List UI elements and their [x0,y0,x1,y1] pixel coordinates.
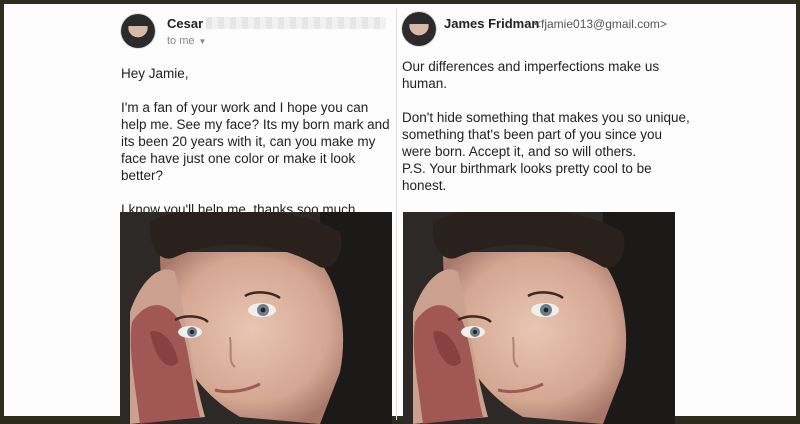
sender-avatar[interactable] [121,14,155,48]
sender-name[interactable]: Cesar [167,16,203,31]
attached-photo[interactable] [120,212,392,424]
attached-photo[interactable] [403,212,675,424]
body-paragraph: Don't hide something that makes you so u… [402,110,690,159]
reply-email: James Fridman <fjamie013@gmail.com> Our … [397,8,697,424]
original-email: Cesar to me ▼ Hey Jamie, I'm a fan of you… [112,8,397,424]
email-header: James Fridman <fjamie013@gmail.com> [397,8,697,56]
email-header: Cesar to me ▼ [112,8,397,56]
recipient-label: to me [167,35,195,47]
greeting: Hey Jamie, [121,66,189,81]
sender-email[interactable]: <fjamie013@gmail.com> [534,17,667,31]
body-paragraph: Our differences and imperfections make u… [402,59,660,91]
body-paragraph: I'm a fan of your work and I hope you ca… [121,100,390,183]
recipient-line[interactable]: to me ▼ [167,35,206,47]
screenshot-frame: Cesar to me ▼ Hey Jamie, I'm a fan of you… [0,0,800,424]
face-photo-illustration [120,212,392,424]
postscript: P.S. Your birthmark looks pretty cool to… [402,161,652,193]
sender-name[interactable]: James Fridman [444,16,539,31]
email-body: Our differences and imperfections make u… [402,58,692,194]
sender-avatar[interactable] [402,12,436,46]
chevron-down-icon[interactable]: ▼ [199,37,207,46]
redacted-surname [206,17,386,29]
email-body: Hey Jamie, I'm a fan of your work and I … [121,65,391,218]
face-photo-illustration [403,212,675,424]
